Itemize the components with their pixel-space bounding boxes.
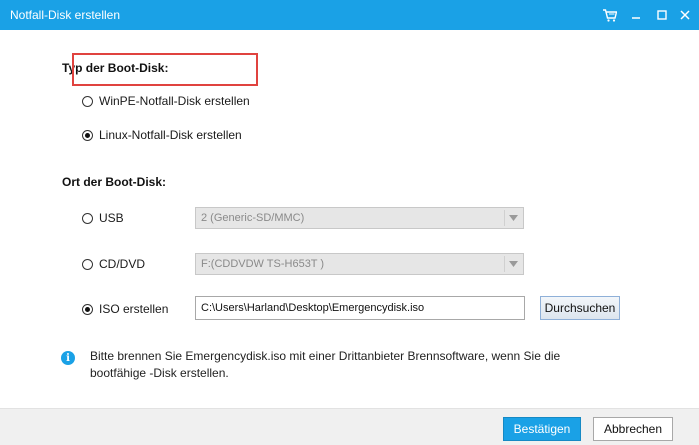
radio-iso[interactable]: ISO erstellen: [82, 302, 168, 316]
radio-cddvd-label: CD/DVD: [99, 257, 146, 271]
radio-linux-label: Linux-Notfall-Disk erstellen: [99, 128, 242, 142]
footer-bar: Bestätigen Abbrechen: [0, 408, 699, 445]
info-text-line2: bootfähige -Disk erstellen.: [90, 366, 229, 380]
chevron-down-icon[interactable]: [504, 256, 521, 272]
radio-cddvd[interactable]: CD/DVD: [82, 257, 145, 271]
radio-button[interactable]: [82, 95, 93, 107]
radio-winpe[interactable]: WinPE-Notfall-Disk erstellen: [82, 94, 250, 108]
iso-path-input[interactable]: [195, 296, 525, 320]
cart-icon[interactable]: [600, 5, 620, 25]
cddvd-select-value: F:(CDDVDW TS-H653T ): [201, 258, 325, 270]
radio-usb-label: USB: [99, 211, 124, 225]
close-icon[interactable]: [675, 5, 695, 25]
info-text-line1: Bitte brennen Sie Emergencydisk.iso mit …: [90, 349, 561, 363]
maximize-icon[interactable]: [652, 5, 672, 25]
radio-usb[interactable]: USB: [82, 211, 124, 225]
radio-button[interactable]: [82, 303, 93, 315]
cancel-button[interactable]: Abbrechen: [593, 417, 673, 441]
radio-button[interactable]: [82, 212, 93, 224]
minimize-icon[interactable]: [626, 5, 646, 25]
browse-button[interactable]: Durchsuchen: [540, 296, 620, 320]
highlight-box: [72, 53, 258, 86]
radio-iso-label: ISO erstellen: [99, 302, 169, 316]
boot-location-heading: Ort der Boot-Disk:: [62, 175, 167, 189]
title-bar: Notfall-Disk erstellen: [0, 0, 699, 30]
usb-select-value: 2 (Generic-SD/MMC): [201, 212, 305, 224]
radio-winpe-label: WinPE-Notfall-Disk erstellen: [99, 94, 250, 108]
usb-select[interactable]: 2 (Generic-SD/MMC): [195, 207, 524, 229]
radio-linux[interactable]: Linux-Notfall-Disk erstellen: [82, 128, 242, 142]
confirm-button[interactable]: Bestätigen: [503, 417, 581, 441]
info-icon: i: [61, 351, 75, 365]
cddvd-select[interactable]: F:(CDDVDW TS-H653T ): [195, 253, 524, 275]
chevron-down-icon[interactable]: [504, 210, 521, 226]
radio-button[interactable]: [82, 258, 93, 270]
info-message: i Bitte brennen Sie Emergencydisk.iso mi…: [61, 348, 560, 380]
info-text: Bitte brennen Sie Emergencydisk.iso mit …: [90, 348, 610, 382]
window-title: Notfall-Disk erstellen: [10, 8, 121, 22]
radio-button[interactable]: [82, 129, 93, 141]
